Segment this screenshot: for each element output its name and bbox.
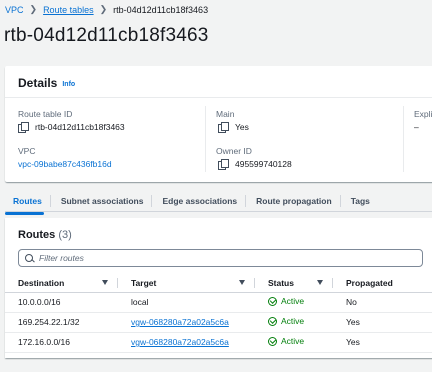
sort-caret-icon[interactable] — [317, 280, 323, 285]
sort-caret-icon[interactable] — [102, 280, 108, 285]
vpc-link[interactable]: vpc-09babe87c436fb16d — [18, 159, 112, 169]
status-cell: Active — [255, 312, 333, 333]
filter-routes-box[interactable] — [18, 249, 423, 267]
target-cell: vgw-068280a72a02a5c6a — [118, 332, 255, 353]
copy-icon[interactable] — [218, 122, 229, 133]
routes-count: (3) — [58, 229, 72, 241]
table-row: 10.0.0.0/16 local Active No — [5, 292, 432, 313]
propagated-cell: No — [333, 292, 432, 313]
copy-icon[interactable] — [218, 159, 229, 170]
tab-subnet-associations[interactable]: Subnet associations — [51, 194, 153, 207]
main-value-text: Yes — [235, 122, 249, 132]
status-check-icon — [268, 296, 277, 306]
routes-table: Destination Target Status Propagated 10.… — [5, 274, 432, 353]
destination-cell: 169.254.22.1/32 — [5, 312, 118, 333]
table-row: 169.254.22.1/32 vgw-068280a72a02a5c6a Ac… — [5, 312, 432, 333]
status-text: Active — [281, 316, 305, 327]
routes-heading: Routes (3) — [18, 229, 72, 241]
column-divider — [403, 106, 404, 172]
sort-caret-icon[interactable] — [239, 280, 245, 285]
info-link[interactable]: Info — [62, 81, 75, 88]
target-cell: vgw-068280a72a02a5c6a — [118, 312, 255, 333]
table-row: 172.16.0.0/16 vgw-068280a72a02a5c6a Acti… — [5, 332, 432, 353]
column-header-destination[interactable]: Destination — [5, 274, 118, 293]
destination-cell: 10.0.0.0/16 — [5, 292, 118, 313]
routes-heading-text: Routes — [18, 229, 56, 241]
column-header-propagated[interactable]: Propagated — [333, 274, 432, 293]
page-title: rtb-04d12d11cb18f3463 — [4, 25, 209, 46]
chevron-right-icon: ❯ — [99, 4, 108, 14]
destination-cell: 172.16.0.0/16 — [5, 332, 118, 353]
column-divider — [205, 106, 206, 172]
filter-routes-input[interactable] — [39, 253, 379, 263]
owner-id-text: 495599740128 — [235, 159, 292, 169]
column-header-label: Destination — [18, 277, 65, 288]
propagated-cell: Yes — [333, 332, 432, 353]
breadcrumb-route-tables[interactable]: Route tables — [43, 5, 94, 15]
route-table-id-label: Route table ID — [18, 109, 73, 119]
explicit-label: Expli — [414, 109, 432, 119]
owner-id-value: 495599740128 — [218, 159, 292, 170]
status-text: Active — [281, 296, 305, 307]
owner-id-label: Owner ID — [216, 146, 252, 156]
copy-icon[interactable] — [18, 122, 29, 133]
details-heading: Details Info — [18, 76, 75, 90]
tab-route-propagation[interactable]: Route propagation — [246, 194, 341, 207]
tab-routes[interactable]: Routes — [5, 194, 51, 215]
column-header-label: Target — [131, 277, 157, 288]
tab-bar: Routes Subnet associations Edge associat… — [5, 190, 432, 215]
target-cell: local — [118, 292, 255, 313]
explicit-value: – — [414, 122, 419, 132]
propagated-cell: Yes — [333, 312, 432, 333]
route-table-id-text: rtb-04d12d11cb18f3463 — [35, 122, 125, 132]
main-value: Yes — [218, 122, 249, 133]
status-cell: Active — [255, 292, 333, 313]
status-text: Active — [281, 336, 305, 347]
main-label: Main — [216, 109, 235, 119]
column-header-target[interactable]: Target — [118, 274, 255, 293]
search-icon — [25, 253, 34, 263]
breadcrumb: VPC ❯ Route tables ❯ rtb-04d12d11cb18f34… — [5, 4, 208, 15]
column-header-status[interactable]: Status — [255, 274, 333, 293]
status-cell: Active — [255, 332, 333, 353]
column-header-label: Status — [268, 277, 294, 288]
details-heading-text: Details — [18, 76, 58, 90]
routes-panel: Routes (3) Destination Target Status — [5, 218, 432, 358]
breadcrumb-vpc[interactable]: VPC — [5, 5, 24, 15]
column-header-label: Propagated — [346, 277, 393, 288]
vpc-label: VPC — [18, 146, 36, 156]
tab-tags[interactable]: Tags — [341, 195, 378, 207]
table-header-row: Destination Target Status Propagated — [5, 274, 432, 293]
target-link[interactable]: vgw-068280a72a02a5c6a — [131, 337, 229, 347]
route-table-id-value: rtb-04d12d11cb18f3463 — [18, 122, 125, 133]
status-check-icon — [268, 316, 277, 326]
divider — [5, 97, 432, 98]
target-link[interactable]: vgw-068280a72a02a5c6a — [131, 317, 229, 327]
breadcrumb-current: rtb-04d12d11cb18f3463 — [113, 4, 209, 15]
chevron-right-icon: ❯ — [29, 4, 38, 14]
status-check-icon — [268, 336, 277, 346]
tab-edge-associations[interactable]: Edge associations — [152, 194, 247, 207]
details-panel: Details Info Route table ID rtb-04d12d11c… — [5, 66, 432, 182]
